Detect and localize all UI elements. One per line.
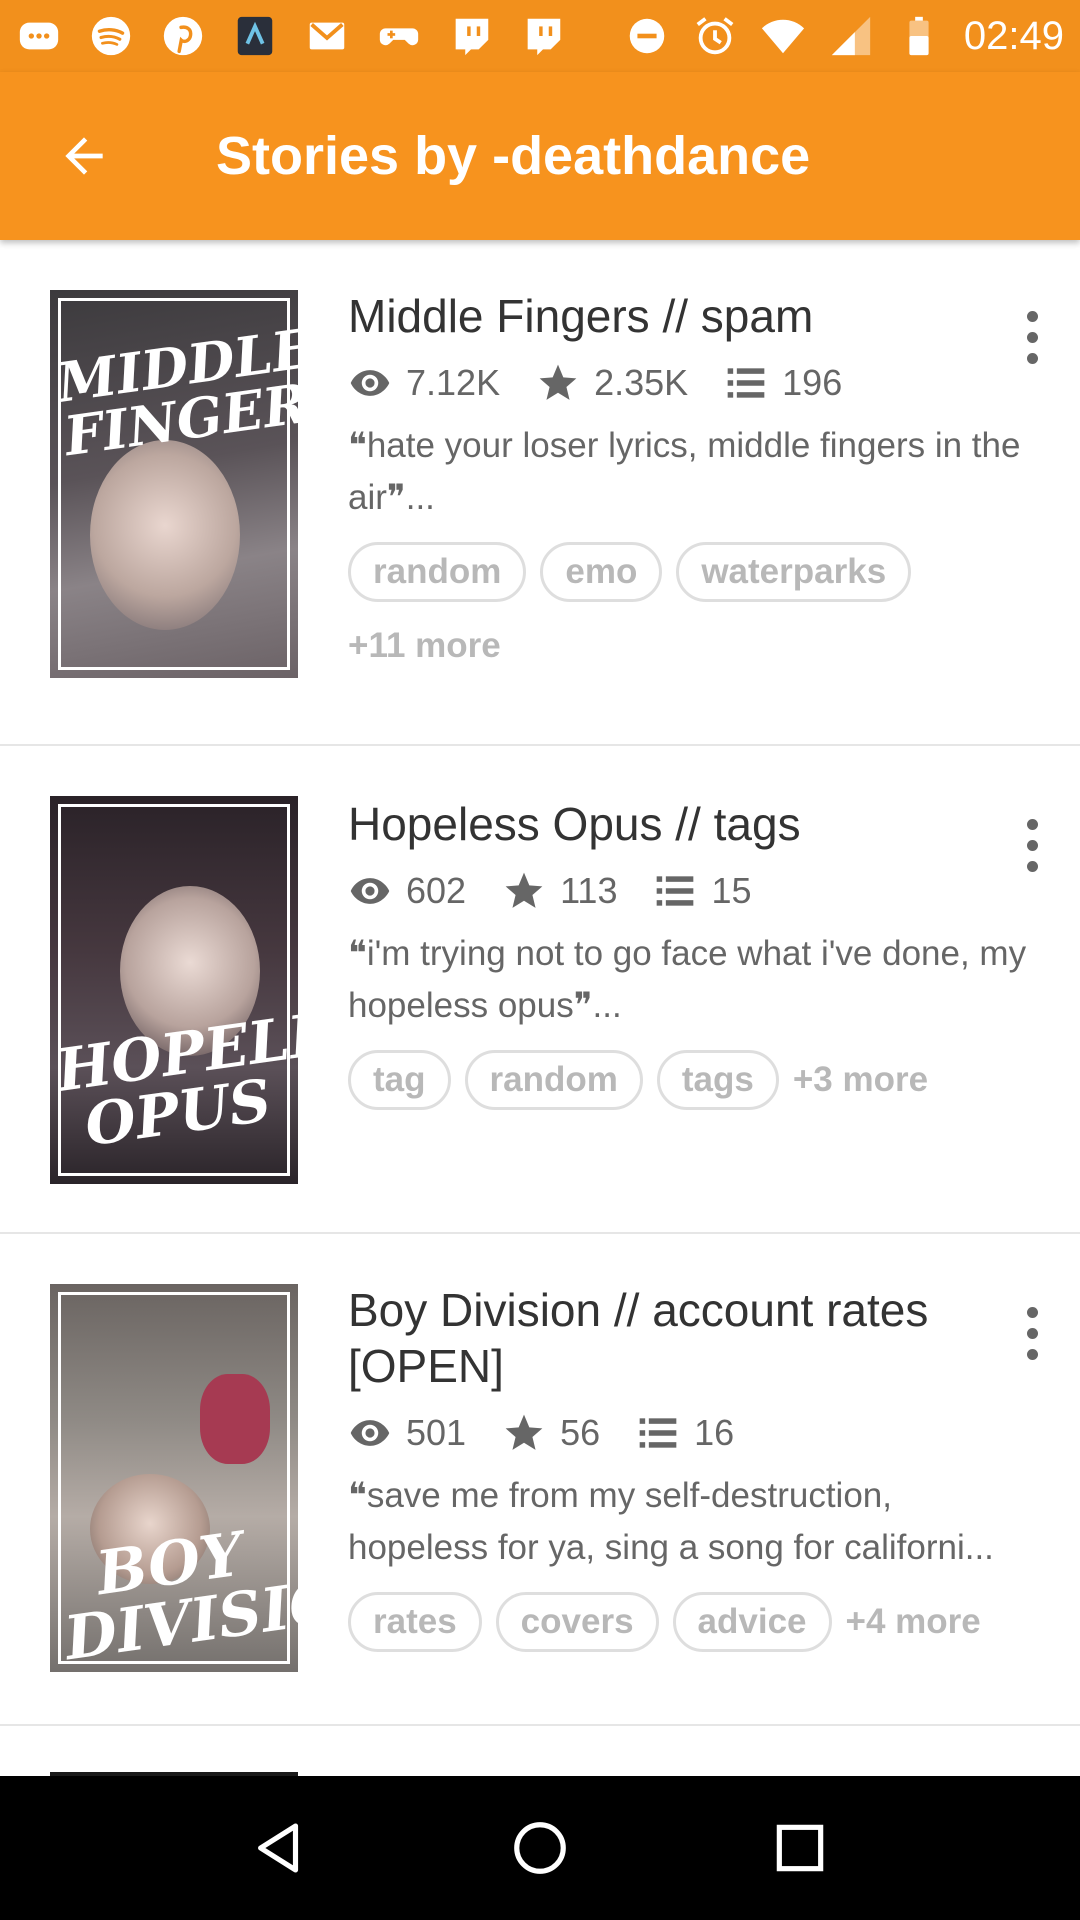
status-bar: 02:49	[0, 0, 1080, 72]
star-icon	[505, 872, 543, 908]
votes-count: 113	[560, 870, 618, 911]
story-item[interactable]: HOPELESS OPUS Hopeless Opus // tags 602 …	[0, 746, 1080, 1234]
star-icon	[539, 364, 577, 400]
gamepad-icon	[376, 13, 422, 59]
wifi-icon	[760, 13, 806, 59]
app-thumbnail-icon	[232, 13, 278, 59]
back-button[interactable]	[32, 104, 136, 208]
story-list[interactable]: MIDDLE FINGERS Middle Fingers // spam 7.…	[0, 240, 1080, 1776]
tag-list: rates covers advice +4 more	[348, 1592, 1028, 1666]
spotify-icon	[88, 13, 134, 59]
story-cover[interactable]: MIDDLE FINGERS	[50, 290, 298, 678]
battery-icon	[896, 13, 942, 59]
eye-icon	[350, 370, 390, 396]
story-cover[interactable]: BOY DIVISION	[50, 1284, 298, 1672]
story-description: ❝save me from my self-destruction, hopel…	[348, 1476, 994, 1567]
navigation-bar	[0, 1776, 1080, 1920]
story-stats: 501 56 16	[348, 1408, 1020, 1458]
tag-list: random emo waterparks +11 more	[348, 542, 1028, 690]
votes-stat: 2.35K	[536, 361, 688, 405]
back-arrow-icon	[65, 137, 103, 175]
tag-chip[interactable]: tags	[656, 1050, 779, 1110]
more-tags-link[interactable]: +4 more	[846, 1592, 981, 1652]
story-title[interactable]: Middle Fingers // spam	[348, 288, 988, 344]
alarm-icon	[692, 13, 738, 59]
story-stats: 7.12K 2.35K 196	[348, 358, 1020, 408]
overflow-menu-button[interactable]	[1010, 1298, 1054, 1368]
story-details: Boy Division // account rates [OPEN] 501…	[348, 1282, 1020, 1666]
list-icon	[639, 1418, 677, 1448]
reads-stat: 7.12K	[348, 361, 500, 405]
nav-home-button[interactable]	[490, 1798, 590, 1898]
story-item[interactable]: BOY DIVISION Boy Division // account rat…	[0, 1234, 1080, 1726]
story-description: ❝i'm trying not to go face what i've don…	[348, 934, 1027, 1025]
page-title: Stories by -deathdance	[216, 126, 811, 186]
eye-icon	[350, 1420, 390, 1446]
do-not-disturb-icon	[624, 13, 670, 59]
story-title[interactable]: Hopeless Opus // tags	[348, 796, 988, 852]
overflow-menu-button[interactable]	[1010, 810, 1054, 880]
story-details: Hopeless Opus // tags 602 113 15 ❝i'm tr…	[348, 796, 1026, 1124]
system-icons: 02:49	[624, 13, 1064, 59]
tag-chip[interactable]: covers	[495, 1592, 659, 1652]
chat-bubble-icon	[16, 13, 62, 59]
tag-chip[interactable]: waterparks	[676, 542, 912, 602]
votes-stat: 56	[502, 1411, 600, 1455]
nav-recents-icon	[776, 1824, 824, 1872]
parts-count: 15	[711, 870, 752, 911]
tag-chip[interactable]: random	[464, 1050, 643, 1110]
more-vert-icon	[1026, 818, 1038, 830]
more-vert-icon	[1026, 1306, 1038, 1318]
eye-icon	[350, 878, 390, 904]
tag-list: tag random tags +3 more	[348, 1050, 1028, 1124]
tag-chip[interactable]: rates	[348, 1592, 482, 1652]
app-bar: Stories by -deathdance	[0, 72, 1080, 240]
nav-recents-button[interactable]	[750, 1798, 850, 1898]
tag-chip[interactable]: advice	[672, 1592, 832, 1652]
story-stats: 602 113 15	[348, 866, 1020, 916]
tag-chip[interactable]: random	[348, 542, 527, 602]
clock: 02:49	[963, 13, 1064, 58]
nav-back-button[interactable]	[230, 1798, 330, 1898]
votes-stat: 113	[502, 869, 617, 913]
list-icon	[727, 368, 765, 398]
story-item[interactable]: MIDDLE FINGERS Middle Fingers // spam 7.…	[0, 240, 1080, 746]
parts-stat: 196	[724, 361, 842, 405]
cover-lettering: HOPELESS OPUS	[52, 987, 298, 1160]
votes-count: 2.35K	[594, 362, 689, 403]
reads-stat: 602	[348, 869, 466, 913]
pinterest-icon	[160, 13, 206, 59]
story-item-partial[interactable]	[0, 1726, 1080, 1776]
twitch-icon	[520, 13, 566, 59]
overflow-menu-button[interactable]	[1010, 302, 1054, 372]
parts-count: 196	[782, 362, 843, 403]
story-title[interactable]: Boy Division // account rates [OPEN]	[348, 1282, 988, 1394]
reads-stat: 501	[348, 1411, 466, 1455]
gmail-icon	[304, 13, 350, 59]
reads-count: 602	[406, 870, 467, 911]
parts-count: 16	[694, 1412, 735, 1453]
nav-home-icon	[514, 1822, 566, 1874]
parts-stat: 15	[653, 869, 752, 913]
reads-count: 501	[406, 1412, 467, 1453]
more-vert-icon	[1026, 310, 1038, 322]
tag-chip[interactable]: emo	[540, 542, 663, 602]
reads-count: 7.12K	[406, 362, 501, 403]
story-cover[interactable]: HOPELESS OPUS	[50, 796, 298, 1184]
more-tags-link[interactable]: +11 more	[348, 616, 501, 676]
star-icon	[505, 1414, 543, 1450]
tag-chip[interactable]: tag	[348, 1050, 451, 1110]
nav-back-icon	[258, 1823, 299, 1873]
parts-stat: 16	[636, 1411, 734, 1455]
notification-icons	[16, 13, 566, 59]
story-details: Middle Fingers // spam 7.12K 2.35K 196 ❝…	[348, 288, 1020, 690]
more-tags-link[interactable]: +3 more	[793, 1050, 928, 1110]
signal-icon	[828, 13, 874, 59]
story-description: ❝hate your loser lyrics, middle fingers …	[348, 426, 1021, 517]
votes-count: 56	[560, 1412, 601, 1453]
twitch-icon	[448, 13, 494, 59]
list-icon	[657, 876, 694, 906]
